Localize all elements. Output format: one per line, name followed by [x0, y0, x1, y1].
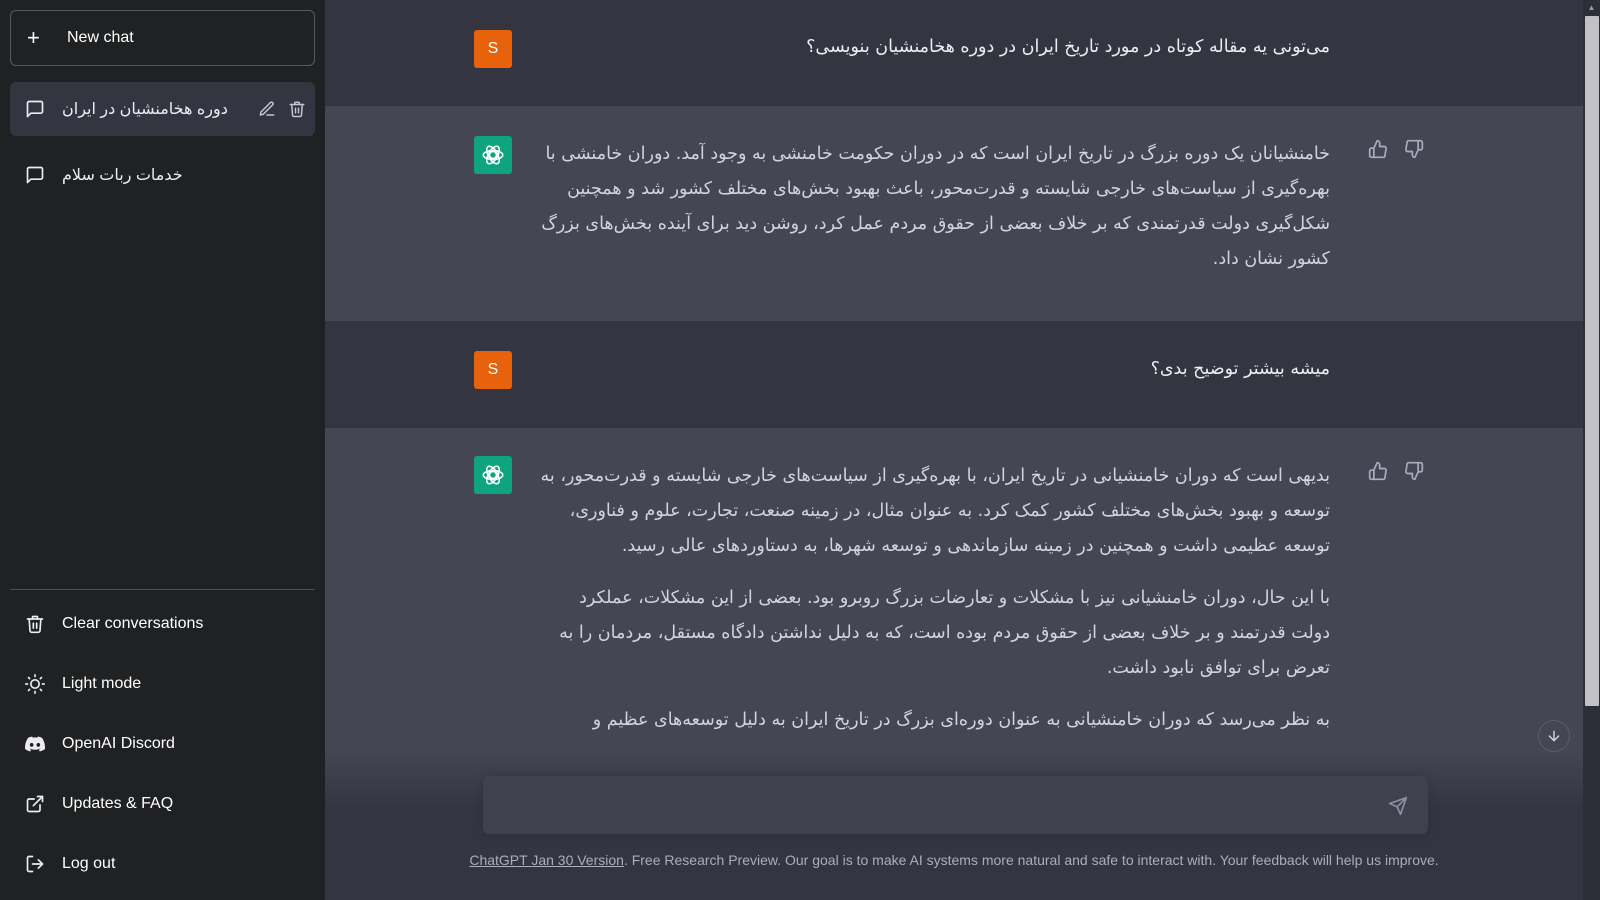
- version-link[interactable]: ChatGPT Jan 30 Version: [469, 852, 624, 868]
- clear-conversations-label: Clear conversations: [62, 615, 204, 632]
- thumbs-down-icon[interactable]: [1403, 138, 1425, 160]
- conversation-title: خدمات ربات سلام: [62, 167, 183, 184]
- light-mode-button[interactable]: Light mode: [10, 660, 315, 708]
- delete-icon[interactable]: [287, 99, 307, 119]
- assistant-paragraph: با این حال، دوران خامنشیانی نیز با مشکلا…: [559, 588, 1330, 678]
- user-message-text: میشه بیشتر توضیح بدی؟: [1150, 359, 1330, 379]
- chat-bubble-icon: [24, 98, 46, 120]
- assistant-paragraph: به نظر می‌رسد که دوران خامنشیانی به عنوا…: [592, 710, 1330, 730]
- message-composer: [483, 776, 1428, 834]
- user-message-row: S می‌تونی یه مقاله کوتاه در مورد تاریخ ا…: [325, 0, 1583, 106]
- new-chat-label: New chat: [67, 29, 134, 46]
- trash-icon: [24, 613, 46, 635]
- user-message-text: می‌تونی یه مقاله کوتاه در مورد تاریخ ایر…: [806, 37, 1330, 57]
- updates-faq-label: Updates & FAQ: [62, 795, 174, 812]
- assistant-message-row: خامنشیانان یک دوره بزرگ در تاریخ ایران ا…: [325, 106, 1583, 321]
- user-avatar: S: [474, 351, 512, 389]
- chatgpt-logo-icon: [474, 136, 512, 174]
- footer-disclaimer: ChatGPT Jan 30 Version. Free Research Pr…: [325, 852, 1583, 868]
- openai-discord-link[interactable]: OpenAI Discord: [10, 720, 315, 768]
- conversation-item-active[interactable]: دوره هخامنشیان در ایران: [10, 82, 315, 136]
- log-out-label: Log out: [62, 855, 116, 872]
- logout-icon: [24, 853, 46, 875]
- send-icon[interactable]: [1386, 794, 1410, 818]
- assistant-message-text: خامنشیانان یک دوره بزرگ در تاریخ ایران ا…: [540, 137, 1330, 294]
- plus-icon: +: [27, 25, 40, 50]
- edit-icon[interactable]: [257, 99, 277, 119]
- assistant-paragraph: بدیهی است که دوران خامنشیانی در تاریخ ای…: [540, 466, 1330, 556]
- scroll-up-arrow-icon[interactable]: ▲: [1583, 0, 1600, 14]
- scroll-to-bottom-button[interactable]: [1538, 720, 1570, 752]
- assistant-message-text: بدیهی است که دوران خامنشیانی در تاریخ ای…: [540, 459, 1330, 755]
- openai-discord-label: OpenAI Discord: [62, 735, 175, 752]
- sidebar: + New chat دوره هخامنشیان در ایران خدمات…: [0, 0, 325, 900]
- external-link-icon: [24, 793, 46, 815]
- sidebar-divider: [10, 589, 315, 590]
- sun-icon: [24, 673, 46, 695]
- thumbs-up-icon[interactable]: [1367, 460, 1389, 482]
- new-chat-button[interactable]: + New chat: [10, 10, 315, 66]
- footer-text: . Free Research Preview. Our goal is to …: [623, 852, 1439, 868]
- user-avatar: S: [474, 30, 512, 68]
- log-out-button[interactable]: Log out: [10, 840, 315, 888]
- thumbs-down-icon[interactable]: [1403, 460, 1425, 482]
- light-mode-label: Light mode: [62, 675, 142, 692]
- updates-faq-link[interactable]: Updates & FAQ: [10, 780, 315, 828]
- scrollbar-thumb[interactable]: [1585, 16, 1599, 706]
- chatgpt-logo-icon: [474, 456, 512, 494]
- assistant-paragraph: خامنشیانان یک دوره بزرگ در تاریخ ایران ا…: [541, 144, 1330, 269]
- conversation-item[interactable]: خدمات ربات سلام: [10, 148, 315, 202]
- clear-conversations-button[interactable]: Clear conversations: [10, 600, 315, 648]
- chat-bubble-icon: [24, 164, 46, 186]
- user-message-row: S میشه بیشتر توضیح بدی؟: [325, 321, 1583, 428]
- arrow-down-icon: [1548, 730, 1560, 742]
- discord-icon: [24, 733, 46, 755]
- conversation-title: دوره هخامنشیان در ایران: [62, 101, 228, 118]
- chat-thread: S می‌تونی یه مقاله کوتاه در مورد تاریخ ا…: [325, 0, 1583, 900]
- message-input[interactable]: [483, 776, 1363, 834]
- thumbs-up-icon[interactable]: [1367, 138, 1389, 160]
